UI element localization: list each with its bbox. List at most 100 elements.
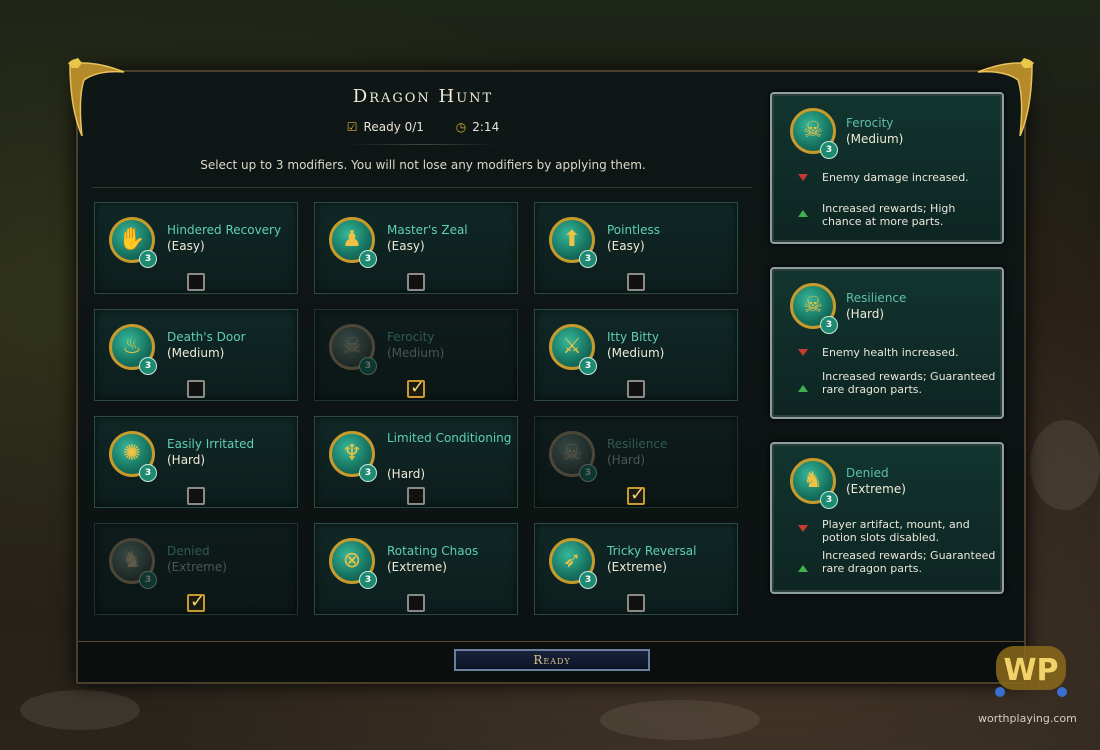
timer-value: 2:14 bbox=[472, 120, 500, 134]
modifier-card-limited-conditioning[interactable]: ♆ 3 Limited Conditioning (Hard) bbox=[314, 416, 518, 508]
modifier-card-ferocity[interactable]: ☠ 3 Ferocity (Medium) bbox=[314, 309, 518, 401]
modifier-card-deaths-door[interactable]: ♨ 3 Death's Door (Medium) bbox=[94, 309, 298, 401]
penalty-text: Enemy health increased. bbox=[822, 346, 959, 359]
modifier-checkbox[interactable] bbox=[627, 273, 645, 291]
modifier-name: Death's Door bbox=[167, 330, 246, 344]
modifier-checkbox[interactable] bbox=[407, 273, 425, 291]
modifier-checkbox-checked[interactable] bbox=[627, 484, 645, 505]
tier-badge: 3 bbox=[139, 571, 157, 589]
modifier-card-itty-bitty[interactable]: ⚔ 3 Itty Bitty (Medium) bbox=[534, 309, 738, 401]
wp-logo-icon: WP bbox=[988, 640, 1074, 700]
panel-name: Denied bbox=[846, 466, 889, 480]
timer-status: ◷ 2:14 bbox=[456, 120, 499, 134]
reward-arrow-icon bbox=[798, 385, 808, 392]
penalty-text: Enemy damage increased. bbox=[822, 171, 969, 184]
svg-text:WP: WP bbox=[1003, 653, 1058, 688]
tier-badge: 3 bbox=[359, 357, 377, 375]
tier-badge: 3 bbox=[139, 357, 157, 375]
ornament-left-icon bbox=[64, 58, 128, 138]
ready-button[interactable]: Ready bbox=[454, 649, 650, 671]
tier-badge: 3 bbox=[139, 250, 157, 268]
modifier-checkbox[interactable] bbox=[627, 380, 645, 398]
modifier-name: Master's Zeal bbox=[387, 223, 468, 237]
background-stone bbox=[600, 700, 760, 740]
modifier-checkbox[interactable] bbox=[187, 273, 205, 291]
modifier-name: Easily Irritated bbox=[167, 437, 255, 451]
modifier-name: Hindered Recovery bbox=[167, 223, 282, 237]
modifier-card-tricky-reversal[interactable]: ➶ 3 Tricky Reversal (Extreme) bbox=[534, 523, 738, 615]
reward-text: Increased rewards; High chance at more p… bbox=[822, 202, 956, 228]
tier-badge: 3 bbox=[820, 141, 838, 159]
modifier-checkbox[interactable] bbox=[187, 487, 205, 505]
tier-badge: 3 bbox=[579, 464, 597, 482]
divider bbox=[348, 144, 498, 145]
tier-badge: 3 bbox=[579, 250, 597, 268]
selected-panel-denied: ♞ 3 Denied (Extreme) Player artifact, mo… bbox=[770, 442, 1004, 594]
instruction-text: Select up to 3 modifiers. You will not l… bbox=[200, 158, 646, 172]
reward-text: Increased rewards; Guaranteed rare drago… bbox=[822, 370, 996, 396]
selected-panel-ferocity: ☠ 3 Ferocity (Medium) Enemy damage incre… bbox=[770, 92, 1004, 244]
ornament-right-icon bbox=[974, 58, 1038, 138]
tier-badge: 3 bbox=[820, 316, 838, 334]
modifier-difficulty: (Extreme) bbox=[387, 560, 447, 574]
panel-difficulty: (Hard) bbox=[846, 307, 885, 321]
modifier-name: Ferocity bbox=[387, 330, 435, 344]
modifier-checkbox-checked[interactable] bbox=[187, 591, 205, 612]
modifier-card-hindered-recovery[interactable]: ✋ 3 Hindered Recovery (Easy) bbox=[94, 202, 298, 294]
modifier-name: Rotating Chaos bbox=[387, 544, 479, 558]
clock-icon: ◷ bbox=[455, 120, 467, 134]
panel-name: Ferocity bbox=[846, 116, 894, 130]
selected-panel-resilience: ☠ 3 Resilience (Hard) Enemy health incre… bbox=[770, 267, 1004, 419]
background-stone bbox=[20, 690, 140, 730]
modifier-difficulty: (Easy) bbox=[167, 239, 205, 253]
modifier-checkbox[interactable] bbox=[627, 594, 645, 612]
ready-status: ☑ Ready 0/1 bbox=[347, 120, 424, 134]
modifier-card-masters-zeal[interactable]: ♟ 3 Master's Zeal (Easy) bbox=[314, 202, 518, 294]
modifier-card-resilience[interactable]: ☠ 3 Resilience (Hard) bbox=[534, 416, 738, 508]
penalty-arrow-icon bbox=[798, 174, 808, 181]
tier-badge: 3 bbox=[139, 464, 157, 482]
modifier-card-easily-irritated[interactable]: ✺ 3 Easily Irritated (Hard) bbox=[94, 416, 298, 508]
penalty-text: Player artifact, mount, and potion slots… bbox=[822, 518, 970, 544]
modifier-checkbox[interactable] bbox=[407, 487, 425, 505]
tier-badge: 3 bbox=[579, 571, 597, 589]
reward-text: Increased rewards; Guaranteed rare drago… bbox=[822, 549, 996, 575]
modifier-card-pointless[interactable]: ⬆ 3 Pointless (Easy) bbox=[534, 202, 738, 294]
checkmark-icon: ☑ bbox=[346, 120, 358, 134]
modifier-difficulty: (Medium) bbox=[167, 346, 225, 360]
watermark-text: worthplaying.com bbox=[978, 712, 1077, 725]
ready-count: Ready 0/1 bbox=[363, 120, 424, 134]
tier-badge: 3 bbox=[820, 491, 838, 509]
modifier-checkbox[interactable] bbox=[187, 380, 205, 398]
tier-badge: 3 bbox=[579, 357, 597, 375]
modifier-window: Dragon Hunt ☑ Ready 0/1 ◷ 2:14 Select up t… bbox=[68, 58, 1034, 684]
reward-arrow-icon bbox=[798, 565, 808, 572]
modifier-difficulty: (Medium) bbox=[387, 346, 445, 360]
modifier-difficulty: (Hard) bbox=[387, 467, 426, 481]
modifier-card-denied[interactable]: ♞ 3 Denied (Extreme) bbox=[94, 523, 298, 615]
status-row: ☑ Ready 0/1 ◷ 2:14 bbox=[78, 120, 768, 134]
panel-name: Resilience bbox=[846, 291, 907, 305]
background-stone bbox=[1030, 420, 1100, 510]
window-title: Dragon Hunt bbox=[352, 86, 494, 107]
modifier-card-rotating-chaos[interactable]: ⊗ 3 Rotating Chaos (Extreme) bbox=[314, 523, 518, 615]
modifier-difficulty: (Hard) bbox=[167, 453, 206, 467]
tier-badge: 3 bbox=[359, 464, 377, 482]
modifier-checkbox-checked[interactable] bbox=[407, 377, 425, 398]
modifier-checkbox[interactable] bbox=[407, 594, 425, 612]
modifier-difficulty: (Easy) bbox=[387, 239, 425, 253]
modifier-name: Resilience bbox=[607, 437, 668, 451]
panel-difficulty: (Medium) bbox=[846, 132, 904, 146]
modifier-name: Limited Conditioning bbox=[387, 431, 512, 445]
modifier-grid: ✋ 3 Hindered Recovery (Easy) ♟ 3 Master'… bbox=[92, 187, 752, 638]
penalty-arrow-icon bbox=[798, 349, 808, 356]
modifier-name: Itty Bitty bbox=[607, 330, 659, 344]
reward-arrow-icon bbox=[798, 210, 808, 217]
modifier-difficulty: (Hard) bbox=[607, 453, 646, 467]
modifier-difficulty: (Extreme) bbox=[607, 560, 667, 574]
modifier-name: Tricky Reversal bbox=[607, 544, 697, 558]
modifier-difficulty: (Extreme) bbox=[167, 560, 227, 574]
modifier-difficulty: (Medium) bbox=[607, 346, 665, 360]
tier-badge: 3 bbox=[359, 571, 377, 589]
panel-difficulty: (Extreme) bbox=[846, 482, 906, 496]
